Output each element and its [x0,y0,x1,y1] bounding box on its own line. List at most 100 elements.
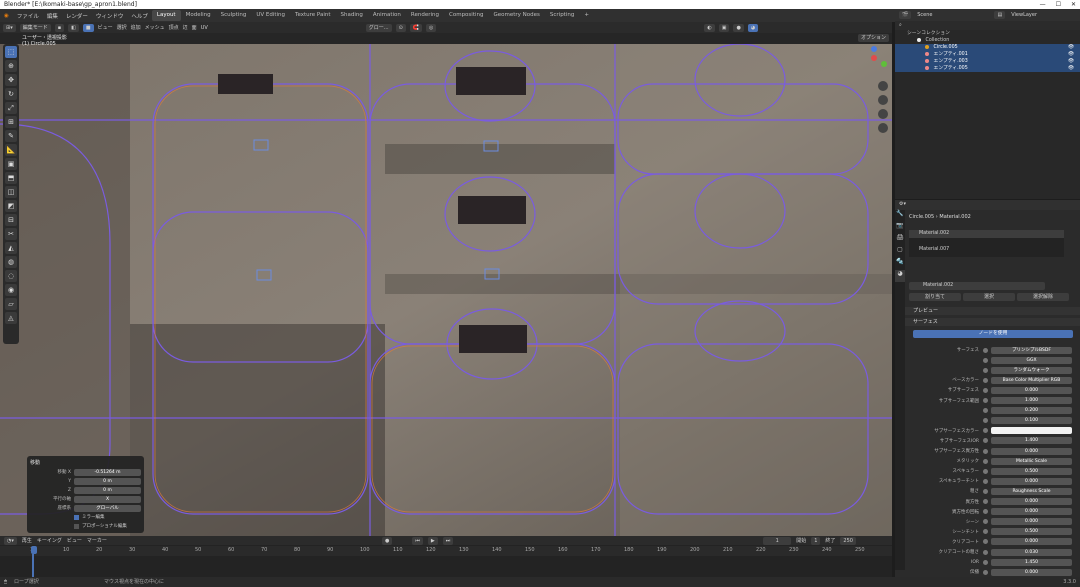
property-value-field[interactable]: 0.500 [991,467,1072,475]
socket-dot-icon[interactable] [983,408,988,414]
add-workspace-button[interactable]: + [579,10,594,21]
socket-dot-icon[interactable] [983,488,988,494]
socket-dot-icon[interactable] [983,448,988,454]
material-slot-3[interactable]: Material.007 [909,246,1064,254]
xray-icon[interactable]: ▣ [718,23,730,32]
socket-dot-icon[interactable] [983,499,988,504]
socket-dot-icon[interactable] [983,478,988,484]
outliner-item-empty-005[interactable]: エンプティ.005 👁 [895,65,1080,72]
property-value-field[interactable]: 0.000 [991,568,1072,576]
workspace-tab-scripting[interactable]: Scripting [545,10,579,21]
shrink-tool-icon[interactable]: ◉ [5,284,17,296]
socket-dot-icon[interactable] [983,347,988,353]
socket-dot-icon[interactable] [983,539,988,545]
rotate-tool-icon[interactable]: ↻ [5,88,17,100]
move-tool-icon[interactable]: ✥ [5,74,17,86]
menu-view[interactable]: ビュー [98,24,113,31]
editor-type-button[interactable]: ⊞▾ [3,23,16,32]
minimize-icon[interactable]: — [1040,0,1046,9]
workspace-tab-geometry-nodes[interactable]: Geometry Nodes [488,10,544,21]
property-value-field[interactable]: 1.400 [991,437,1072,445]
transform-tool-icon[interactable]: ⊞ [5,116,17,128]
overlay-icon[interactable]: ◐ [704,23,715,32]
measure-tool-icon[interactable]: 📐 [5,144,17,156]
socket-dot-icon[interactable] [983,468,988,474]
move-x-field[interactable]: -0.51264 m [74,468,141,476]
property-value-field[interactable]: 1.450 [991,558,1072,566]
workspace-tab-shading[interactable]: Shading [336,10,368,21]
socket-dot-icon[interactable] [983,529,988,535]
menu-window[interactable]: ウィンドウ [92,12,128,20]
socket-dot-icon[interactable] [983,377,988,383]
outliner-scene-collection[interactable]: シーンコレクション [895,30,1080,37]
property-value-field[interactable]: プリンシプルBSDF [991,346,1072,354]
socket-dot-icon[interactable] [983,519,988,525]
workspace-tab-layout[interactable]: Layout [151,10,181,21]
property-value-field[interactable]: Roughness Scale [991,487,1072,495]
workspace-tab-animation[interactable]: Animation [368,10,406,21]
blender-logo-icon[interactable]: ◉ [0,13,13,19]
knife-tool-icon[interactable]: ✂ [5,228,17,240]
outliner-collection[interactable]: Collection [895,37,1080,44]
output-tab-icon[interactable]: 🖨 [895,234,905,246]
material-tab-icon[interactable]: ◕ [895,270,905,282]
property-value-field[interactable]: ランダムウォーク [991,366,1072,374]
socket-dot-icon[interactable] [983,438,988,444]
menu-edge[interactable]: 辺 [183,24,188,31]
proportional-checkbox-row[interactable]: プロポーショナル編集 [30,522,141,530]
property-value-field[interactable]: GGX [991,356,1072,364]
socket-dot-icon[interactable] [983,367,988,373]
play-icon[interactable]: ▶ [427,536,438,545]
constraint-axis-field[interactable]: X [74,495,141,503]
playhead[interactable] [31,546,37,554]
material-name-field[interactable]: Material.002 [909,282,1045,290]
jump-end-icon[interactable]: ⏭ [442,536,454,545]
shear-tool-icon[interactable]: ▱ [5,298,17,310]
move-y-field[interactable]: 0 m [74,477,141,485]
inset-tool-icon[interactable]: ◫ [5,186,17,198]
select-button[interactable]: 選択 [963,293,1015,301]
outliner-item-empty-003[interactable]: エンプティ.003 👁 [895,58,1080,65]
property-value-field[interactable]: Metallic Scale [991,457,1072,465]
property-value-field[interactable]: 0.000 [991,386,1072,394]
workspace-tab-uv-editing[interactable]: UV Editing [251,10,290,21]
modifier-tab-icon[interactable]: 🔩 [895,258,905,270]
proportional-edit-icon[interactable]: ◎ [426,23,437,32]
pivot-icon[interactable]: ⊙ [395,23,406,32]
property-value-field[interactable]: 0.000 [991,538,1072,546]
menu-render[interactable]: レンダー [62,12,92,20]
object-tab-icon[interactable]: ▢ [895,246,905,258]
face-select-mode-icon[interactable]: ■ [82,23,94,32]
menu-mesh[interactable]: メッシュ [145,24,165,31]
timeline-menu-playback[interactable]: 再生 [22,537,32,544]
eye-icon[interactable]: 👁 [1068,58,1074,65]
current-frame-field[interactable]: 1 [763,536,792,545]
properties-editor-type-icon[interactable]: ⚙▾ [899,201,906,207]
menu-uv[interactable]: UV [201,25,208,31]
end-frame-field[interactable]: 250 [840,536,856,545]
timeline-menu-view[interactable]: ビュー [67,537,82,544]
eye-icon[interactable]: 👁 [1068,44,1074,51]
filter-icon[interactable]: ⌕ [899,22,902,28]
socket-dot-icon[interactable] [983,549,988,555]
navigation-gizmo[interactable] [858,44,890,134]
add-cube-tool-icon[interactable]: ▣ [5,158,17,170]
workspace-tab-compositing[interactable]: Compositing [444,10,488,21]
eye-icon[interactable]: 👁 [1068,51,1074,58]
timeline-menu-marker[interactable]: マーカー [87,537,107,544]
timeline-ruler[interactable]: 1102030405060708090100110120130140150160… [0,546,892,556]
bevel-tool-icon[interactable]: ◩ [5,200,17,212]
cursor-tool-icon[interactable]: ⊕ [5,60,17,72]
timeline-editor-type-icon[interactable]: ◔▾ [4,536,17,545]
axis-gizmo-icon[interactable] [858,44,890,134]
material-slot-2[interactable] [909,238,1064,246]
property-value-field[interactable]: 0.000 [991,477,1072,485]
property-value-field[interactable]: 0.000 [991,447,1072,455]
property-value-field[interactable]: 0.500 [991,528,1072,536]
property-value-field[interactable]: 1.000 [991,397,1072,404]
socket-dot-icon[interactable] [983,398,988,403]
view-layer-name[interactable]: ViewLayer [1011,12,1037,18]
rip-tool-icon[interactable]: ◬ [5,312,17,324]
menu-file[interactable]: ファイル [13,12,43,20]
extrude-tool-icon[interactable]: ⬒ [5,172,17,184]
